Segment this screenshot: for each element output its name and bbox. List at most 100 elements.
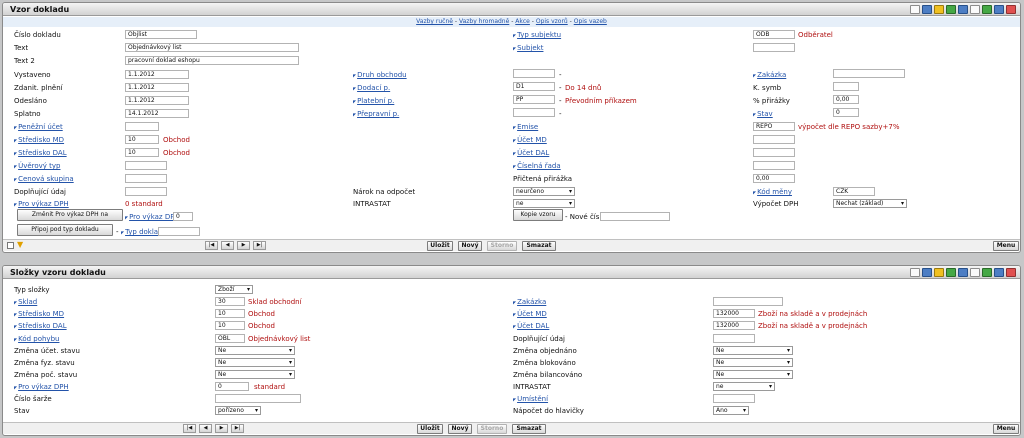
close-icon[interactable] [1006,5,1016,14]
delete-button[interactable]: Smazat [522,241,556,251]
uverovy-typ-input[interactable] [125,161,167,170]
filter-icon[interactable] [934,268,944,277]
excel-icon[interactable] [982,5,992,14]
excel-icon[interactable] [982,268,992,277]
prev-page-icon[interactable]: ◀ [199,424,212,433]
kod-pohybu-input[interactable]: OBL [215,334,245,343]
print-icon[interactable] [994,5,1004,14]
refresh-icon[interactable] [946,5,956,14]
napocet-select[interactable]: Ano [713,406,749,415]
close-icon[interactable] [1006,268,1016,277]
link-zakazka[interactable]: Zakázka [753,71,786,80]
zmena-objednano-select[interactable]: Ne [713,346,793,355]
link-subjekt[interactable]: Subjekt [513,44,543,53]
stredisko-md-input[interactable]: 10 [215,309,245,318]
pro-vykaz-dph-input[interactable]: 0 [215,382,249,391]
text2-input[interactable]: pracovní doklad eshopu [125,56,299,65]
zmena-ucet-select[interactable]: Ne [215,346,295,355]
cancel-button[interactable]: Storno [487,241,517,251]
k-symb-input[interactable] [833,82,859,91]
penezni-ucet-input[interactable] [125,122,159,131]
link-zakazka[interactable]: Zakázka [513,298,546,307]
menu-button[interactable]: Menu [993,424,1019,434]
dodaci-p-input[interactable]: D1 [513,82,555,91]
last-page-icon[interactable]: ▶| [253,241,266,250]
kopie-vzoru-button[interactable]: Kopie vzoru [513,209,563,221]
filter-icon[interactable] [934,5,944,14]
document-icon[interactable] [910,268,920,277]
ucet-dal-input[interactable]: 132000 [713,321,755,330]
link-stav[interactable]: Stav [753,110,773,119]
nove-cislo-input[interactable] [600,212,670,221]
first-page-icon[interactable]: |◀ [205,241,218,250]
pro-vykaz-dph-new-input[interactable]: 0 [173,212,193,221]
zmenit-pro-vykaz-dph-button[interactable]: Změnit Pro výkaz DPH na [17,209,123,221]
prictena-prirazka-input[interactable]: 0,00 [753,174,795,183]
settings-icon[interactable] [958,5,968,14]
pripoj-pod-typ-dokladu-button[interactable]: Připoj pod typ dokladu [17,224,113,236]
link-pro-vykaz-dph-new[interactable]: Pro výkaz DPH [125,213,180,222]
link-opis-vazeb[interactable]: Opis vazeb [574,18,607,25]
link-pro-vykaz-dph[interactable]: Pro výkaz DPH [14,383,69,392]
ciselna-rada-input[interactable] [753,161,795,170]
link-prepravni-p[interactable]: Přepravní p. [353,110,399,119]
cislo-sarze-input[interactable] [215,394,301,403]
link-akce[interactable]: Akce [515,18,530,25]
filter-icon[interactable]: ▼ [17,241,23,249]
zdanit-input[interactable]: 1.1.2012 [125,83,189,92]
typ-slozky-select[interactable]: Zboží [215,285,253,294]
druh-obchodu-input[interactable] [513,69,555,78]
ucet-dal-input[interactable] [753,148,795,157]
link-ucet-md[interactable]: Účet MD [513,310,547,319]
stredisko-dal-input[interactable]: 10 [215,321,245,330]
link-ucet-dal[interactable]: Účet DAL [513,149,549,158]
zmena-bilancovano-select[interactable]: Ne [713,370,793,379]
link-opis-vzoru[interactable]: Opis vzorů [536,18,568,25]
link-pro-vykaz-dph[interactable]: Pro výkaz DPH [14,200,69,209]
first-page-icon[interactable]: |◀ [183,424,196,433]
stav-select[interactable]: pořízeno [215,406,261,415]
next-page-icon[interactable]: ▶ [237,241,250,250]
link-cenova-skupina[interactable]: Cenová skupina [14,175,74,184]
page-icon[interactable] [970,5,980,14]
stredisko-md-input[interactable]: 10 [125,135,159,144]
odeslano-input[interactable]: 1.1.2012 [125,96,189,105]
link-ucet-md[interactable]: Účet MD [513,136,547,145]
menu-button[interactable]: Menu [993,241,1019,251]
text-input[interactable]: Objednávkový list [125,43,299,52]
link-vazby-rucne[interactable]: Vazby ručně [416,18,453,25]
stredisko-dal-input[interactable]: 10 [125,148,159,157]
link-dodaci-p[interactable]: Dodací p. [353,84,390,93]
doplnujici-udaj-input[interactable] [713,334,755,343]
cenova-skupina-input[interactable] [125,174,167,183]
link-uverovy-typ[interactable]: Úvěrový typ [14,162,60,171]
settings-icon[interactable] [958,268,968,277]
print-icon[interactable] [994,268,1004,277]
typ-dokladu-input[interactable] [158,227,200,236]
sklad-input[interactable]: 30 [215,297,245,306]
prev-page-icon[interactable]: ◀ [221,241,234,250]
link-stredisko-dal[interactable]: Středisko DAL [14,322,67,331]
umisteni-input[interactable] [713,394,755,403]
search-icon[interactable] [922,268,932,277]
intrastat-select[interactable]: ne [713,382,775,391]
link-stredisko-dal[interactable]: Středisko DAL [14,149,67,158]
emise-input[interactable]: REPO [753,122,795,131]
zakazka-input[interactable] [713,297,783,306]
intrastat-select[interactable]: ne [513,199,575,208]
splatno-input[interactable]: 14.1.2012 [125,109,189,118]
search-icon[interactable] [922,5,932,14]
document-icon[interactable] [910,5,920,14]
save-button[interactable]: Uložit [427,241,453,251]
zmena-fyz-select[interactable]: Ne [215,358,295,367]
prirazka-input[interactable]: 0,00 [833,95,859,104]
kod-meny-input[interactable]: CZK [833,187,875,196]
typ-subjektu-input[interactable]: ODB [753,30,795,39]
link-penezni-ucet[interactable]: Peněžní účet [14,123,63,132]
cancel-button[interactable]: Storno [477,424,507,434]
link-vazby-hromadne[interactable]: Vazby hromadně [459,18,509,25]
ucet-md-input[interactable] [753,135,795,144]
link-kod-meny[interactable]: Kód měny [753,188,792,197]
next-page-icon[interactable]: ▶ [215,424,228,433]
stav-input[interactable]: 0 [833,108,859,117]
